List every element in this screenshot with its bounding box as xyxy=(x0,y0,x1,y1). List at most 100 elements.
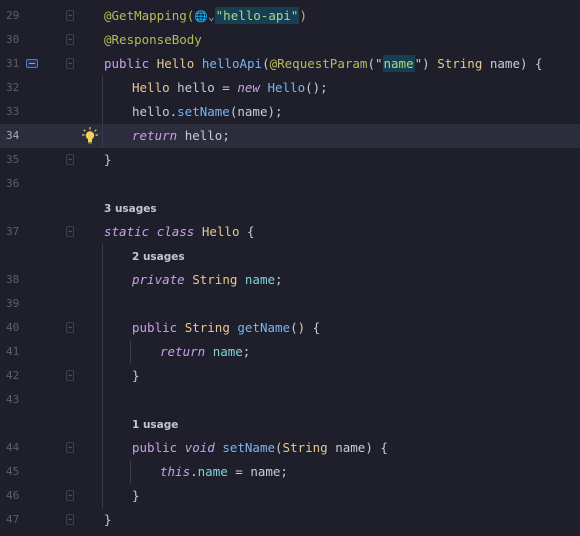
code-text: @GetMapping(🌐⌄"hello-api") xyxy=(104,4,307,29)
code-token: . xyxy=(190,464,198,479)
code-token: hello. xyxy=(132,104,178,119)
code-line[interactable]: 43 xyxy=(0,388,580,412)
code-line[interactable]: 36 xyxy=(0,172,580,196)
indent-guide xyxy=(102,244,103,508)
line-number: 41 xyxy=(6,345,20,358)
fold-marker-icon[interactable] xyxy=(66,370,74,381)
code-token: void xyxy=(184,440,223,455)
code-token: String xyxy=(437,56,490,71)
usages-hint[interactable]: 2 usages xyxy=(132,251,185,263)
code-token: this xyxy=(160,464,191,479)
code-line[interactable]: 40 public String getName() { xyxy=(0,316,580,340)
fold-marker-icon[interactable] xyxy=(66,442,74,453)
code-line[interactable]: 47} xyxy=(0,508,580,532)
code-token: ; xyxy=(242,344,251,359)
line-number: 34 xyxy=(6,129,20,142)
fold-marker-icon[interactable] xyxy=(66,322,74,333)
globe-icon[interactable]: 🌐⌄ xyxy=(194,10,214,23)
code-token: name xyxy=(244,272,276,287)
code-text: @ResponseBody xyxy=(104,28,202,52)
code-line[interactable]: 31 public Hello helloApi(@RequestParam(" n… xyxy=(0,52,580,76)
line-number: 43 xyxy=(6,393,20,406)
code-token: } xyxy=(104,512,112,527)
code-line[interactable]: 30 @ResponseBody xyxy=(0,28,580,52)
code-token: Hello xyxy=(267,80,306,95)
code-token: public xyxy=(132,440,185,455)
fold-marker-icon[interactable] xyxy=(66,226,74,237)
fold-marker-icon[interactable] xyxy=(66,490,74,501)
line-number: 40 xyxy=(6,321,20,334)
code-token: name xyxy=(489,56,520,71)
code-token: setName xyxy=(222,440,276,455)
code-line[interactable]: 34 return hello; xyxy=(0,124,580,148)
code-token: (" xyxy=(367,56,383,71)
code-text: public Hello helloApi(@RequestParam(" nam… xyxy=(104,52,543,76)
code-token: hello; xyxy=(184,128,230,143)
code-text: 3 usages xyxy=(104,196,157,221)
code-text: public String getName() { xyxy=(132,316,320,340)
code-token: helloApi xyxy=(201,56,263,71)
code-text: private String name; xyxy=(132,268,283,292)
code-text: 1 usage xyxy=(132,412,178,437)
code-token: name xyxy=(197,464,228,479)
code-token: Hello xyxy=(156,56,202,71)
code-token: setName xyxy=(177,104,230,119)
code-line[interactable]: 45 this.name = name; xyxy=(0,460,580,484)
code-token: getName xyxy=(237,320,291,335)
code-line[interactable]: 38 private String name; xyxy=(0,268,580,292)
line-number: 36 xyxy=(6,177,20,190)
line-number: 42 xyxy=(6,369,20,382)
fold-marker-icon[interactable] xyxy=(66,154,74,165)
code-token: @ResponseBody xyxy=(104,32,202,47)
line-number: 32 xyxy=(6,81,20,94)
code-line[interactable]: 42} xyxy=(0,364,580,388)
code-line[interactable]: 37 static class Hello { xyxy=(0,220,580,244)
code-line[interactable]: 32 Hello hello = new Hello(); xyxy=(0,76,580,100)
line-number: 29 xyxy=(6,9,20,22)
fold-marker-icon[interactable] xyxy=(66,10,74,21)
code-token: return xyxy=(160,344,213,359)
code-token: = name; xyxy=(227,464,288,479)
code-line[interactable]: 3 usages xyxy=(0,196,580,220)
line-number: 38 xyxy=(6,273,20,286)
code-line[interactable]: 46} xyxy=(0,484,580,508)
code-line[interactable]: 35} xyxy=(0,148,580,172)
usages-hint[interactable]: 3 usages xyxy=(104,203,157,215)
code-text: } xyxy=(104,148,112,172)
code-token: @RequestParam xyxy=(269,56,368,71)
code-token: "hello-api" xyxy=(214,7,300,24)
code-token: public xyxy=(104,56,157,71)
lightbulb-icon[interactable] xyxy=(82,127,98,145)
code-token: () { xyxy=(290,320,321,335)
line-number: 47 xyxy=(6,513,20,526)
code-token: return xyxy=(132,128,185,143)
code-token: String xyxy=(282,440,336,455)
code-token: class xyxy=(156,224,202,239)
code-line[interactable]: 33 hello.setName(name); xyxy=(0,100,580,124)
fold-marker-icon[interactable] xyxy=(66,58,74,69)
code-line[interactable]: 2 usages xyxy=(0,244,580,268)
code-token: Hello xyxy=(201,224,247,239)
code-line[interactable]: 44 public void setName(String name) { xyxy=(0,436,580,460)
fold-marker-icon[interactable] xyxy=(66,34,74,45)
code-token: (); xyxy=(305,80,328,95)
usages-hint[interactable]: 1 usage xyxy=(132,419,178,431)
code-token: ( xyxy=(262,56,270,71)
code-token: hello = xyxy=(177,80,238,95)
code-line[interactable]: 41 return name; xyxy=(0,340,580,364)
code-text: } xyxy=(132,364,140,388)
line-number: 33 xyxy=(6,105,20,118)
code-token: String xyxy=(192,272,245,287)
code-line[interactable]: 1 usage xyxy=(0,412,580,436)
code-text: static class Hello { xyxy=(104,220,255,244)
line-number: 31 xyxy=(6,57,20,70)
fold-marker-icon[interactable] xyxy=(66,514,74,525)
code-line[interactable]: 39 xyxy=(0,292,580,316)
code-text: Hello hello = new Hello(); xyxy=(132,76,328,100)
code-editor[interactable]: 29 @GetMapping(🌐⌄"hello-api") 30 @ResponseB… xyxy=(0,0,580,536)
method-gutter-icon[interactable] xyxy=(26,59,38,68)
code-line[interactable]: 29 @GetMapping(🌐⌄"hello-api") xyxy=(0,4,580,28)
line-number: 45 xyxy=(6,465,20,478)
code-token: ) xyxy=(299,8,307,23)
code-token: name xyxy=(335,440,366,455)
